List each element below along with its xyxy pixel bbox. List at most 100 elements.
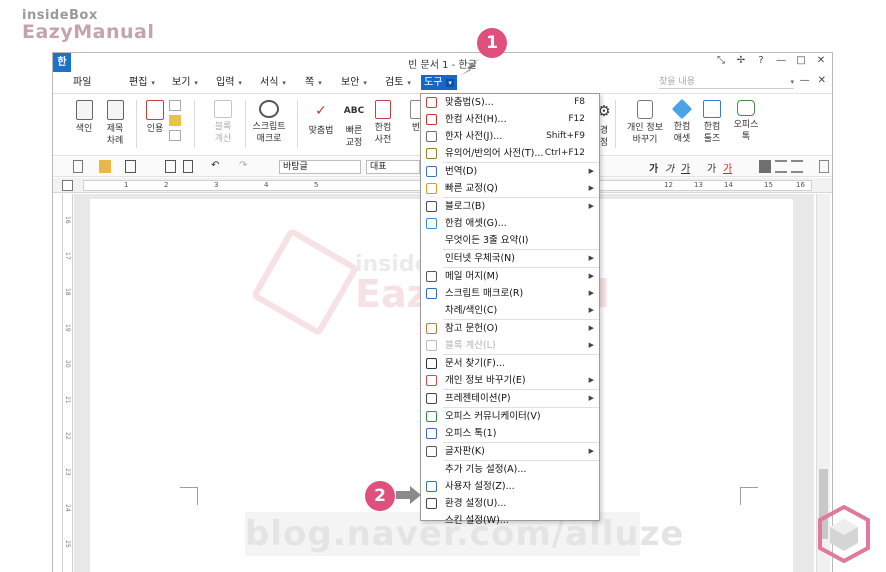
font-color-button[interactable]: 가: [723, 160, 732, 175]
crop-mark-left: [180, 487, 198, 505]
chevron-down-icon: ▾: [318, 79, 322, 87]
ribbon-spellcheck-button[interactable]: ✓ 맞춤법: [305, 100, 337, 137]
new-doc-icon[interactable]: [73, 160, 83, 173]
tools-menu-item[interactable]: 글자판(K) ▶: [421, 443, 599, 460]
submenu-arrow-icon: ▶: [588, 184, 594, 192]
tools-menu-item[interactable]: 참고 문헌(O) ▶: [421, 320, 599, 337]
ribbon-asset-button[interactable]: 한컴 애셋: [669, 98, 695, 145]
bold-button[interactable]: 가: [649, 160, 658, 175]
menu-file[interactable]: 파일: [73, 75, 91, 90]
menu-item-shortcut: F8: [574, 97, 585, 107]
tools-menu-item[interactable]: 환경 설정(U)...: [421, 495, 599, 512]
pin-icon[interactable]: ✢: [736, 55, 746, 66]
tools-menu-item[interactable]: 오피스 커뮤니케이터(V): [421, 408, 599, 425]
tools-menu-item[interactable]: 개인 정보 바꾸기(E) ▶: [421, 372, 599, 389]
privacy-icon: [426, 375, 437, 386]
tab-selector[interactable]: [62, 180, 73, 191]
minimize-icon[interactable]: —: [776, 55, 786, 66]
submenu-arrow-icon: ▶: [588, 167, 594, 175]
user-settings-icon: [426, 481, 437, 492]
ribbon-dictionary-button[interactable]: 한컴 사전: [369, 100, 397, 146]
ruler-mark: 3: [214, 181, 219, 189]
tools-menu-item[interactable]: 스킨 설정(W)...: [421, 512, 599, 529]
align-left-icon[interactable]: [775, 160, 787, 173]
tools-menu-item[interactable]: 블로그(B) ▶: [421, 198, 599, 215]
tools-menu-item[interactable]: 추가 기능 설정(A)...: [421, 461, 599, 478]
menu-item-shortcut: Ctrl+F12: [544, 148, 585, 158]
chevron-down-icon[interactable]: ▾: [790, 75, 794, 89]
tools-menu-item[interactable]: 문서 찾기(F)...: [421, 355, 599, 372]
menu-security[interactable]: 보안 ▾: [341, 75, 367, 90]
help-icon[interactable]: ?: [756, 55, 766, 66]
tools-menu-item[interactable]: 프레젠테이션(P) ▶: [421, 390, 599, 407]
tools-menu-item[interactable]: 오피스 톡(1): [421, 425, 599, 442]
menu-label: 보기: [172, 77, 191, 88]
vertical-ruler[interactable]: 16 17 18 19 20 21 22 23 24 25: [62, 194, 73, 572]
style-select[interactable]: 바탕글: [279, 160, 361, 174]
underline-button[interactable]: 가: [681, 160, 690, 175]
tools-menu-item[interactable]: 한컴 애셋(G)...: [421, 215, 599, 232]
ribbon-citation-button[interactable]: 인용: [141, 100, 169, 135]
tools-menu-item[interactable]: 무엇이든 3줄 요약(I): [421, 232, 599, 249]
print-icon[interactable]: [165, 160, 176, 173]
expand-icon[interactable]: ⤡: [716, 55, 726, 66]
close-icon[interactable]: ✕: [816, 55, 826, 66]
menu-tools[interactable]: 도구 ▾: [421, 75, 457, 90]
submenu-arrow-icon: ▶: [588, 202, 594, 210]
save-icon[interactable]: [125, 160, 136, 173]
ribbon-office-talk-button[interactable]: 오피스 톡: [731, 100, 761, 143]
ribbon-index-button[interactable]: 색인: [70, 100, 98, 135]
font-select[interactable]: 대표: [366, 160, 420, 174]
strike-button[interactable]: 가: [707, 160, 716, 175]
translate-icon: [426, 166, 437, 177]
brand-watermark: insideBox EazyManual: [22, 8, 154, 43]
ribbon-side-tools[interactable]: [167, 100, 183, 141]
ribbon-quick-correct-button[interactable]: ABC 빠른 교정: [340, 100, 368, 149]
tools-menu-item[interactable]: 빠른 교정(Q) ▶: [421, 180, 599, 197]
tools-menu-item[interactable]: 유의어/반의어 사전(T)... Ctrl+F12: [421, 145, 599, 162]
ribbon-divider: [136, 100, 137, 148]
ribbon-privacy-button[interactable]: 개인 정보 바꾸기: [623, 100, 667, 146]
tools-menu-item[interactable]: 차례/색인(C) ▶: [421, 302, 599, 319]
close-icon[interactable]: ✕: [818, 75, 826, 86]
redo-icon[interactable]: ↷: [239, 160, 247, 171]
ribbon-tools-button[interactable]: 한컴 툴즈: [698, 100, 726, 145]
ribbon-label: 애셋: [673, 134, 691, 144]
ribbon-script-macro-button[interactable]: 스크립트 매크로: [249, 100, 289, 145]
search-placeholder: 찾을 내용: [659, 77, 695, 87]
tools-menu-item[interactable]: 번역(D) ▶: [421, 163, 599, 180]
ribbon-toc-button[interactable]: 제목 차례: [101, 100, 129, 147]
menu-review[interactable]: 검토 ▾: [385, 75, 411, 90]
align-center-icon[interactable]: [791, 160, 803, 173]
align-justify-icon[interactable]: [759, 160, 771, 173]
menu-insert[interactable]: 입력 ▾: [216, 75, 242, 90]
submenu-arrow-icon: ▶: [588, 447, 594, 455]
tools-menu-item[interactable]: 메일 머지(M) ▶: [421, 268, 599, 285]
menu-edit[interactable]: 편집 ▾: [129, 75, 155, 90]
tools-menu-item[interactable]: 맞춤법(S)... F8: [421, 94, 599, 111]
menu-format[interactable]: 서식 ▾: [260, 75, 286, 90]
asset-icon: [671, 98, 693, 120]
search-input[interactable]: 찾을 내용 ▾: [659, 75, 794, 89]
tools-menu-item[interactable]: 한컴 사전(H)... F12: [421, 111, 599, 128]
maximize-icon[interactable]: □: [796, 55, 806, 66]
open-icon[interactable]: [99, 160, 111, 173]
quick-correct-icon: [426, 183, 437, 194]
menu-item-label: 글자판(K): [445, 446, 485, 457]
menu-item-label: 추가 기능 설정(A)...: [445, 464, 527, 475]
tools-menu-item[interactable]: 인터넷 우체국(N) ▶: [421, 250, 599, 267]
minimize-icon[interactable]: —: [800, 75, 810, 86]
menu-page[interactable]: 쪽 ▾: [305, 75, 322, 90]
tools-menu-item[interactable]: 한자 사전(J)... Shift+F9: [421, 128, 599, 145]
tools-menu-item[interactable]: 사용자 설정(Z)...: [421, 478, 599, 495]
ribbon-block-calc-button[interactable]: 블록 계산: [209, 100, 237, 145]
ribbon-label: 색인: [75, 124, 93, 134]
toolbar-expand-icon[interactable]: [819, 160, 829, 173]
ribbon-label: 계산: [214, 134, 232, 144]
menu-item-label: 유의어/반의어 사전(T)...: [445, 148, 544, 159]
undo-icon[interactable]: ↶: [211, 160, 219, 171]
preview-icon[interactable]: [183, 160, 193, 173]
italic-button[interactable]: 가: [665, 160, 674, 175]
tools-menu-item[interactable]: 스크립트 매크로(R) ▶: [421, 285, 599, 302]
menu-view[interactable]: 보기 ▾: [172, 75, 198, 90]
